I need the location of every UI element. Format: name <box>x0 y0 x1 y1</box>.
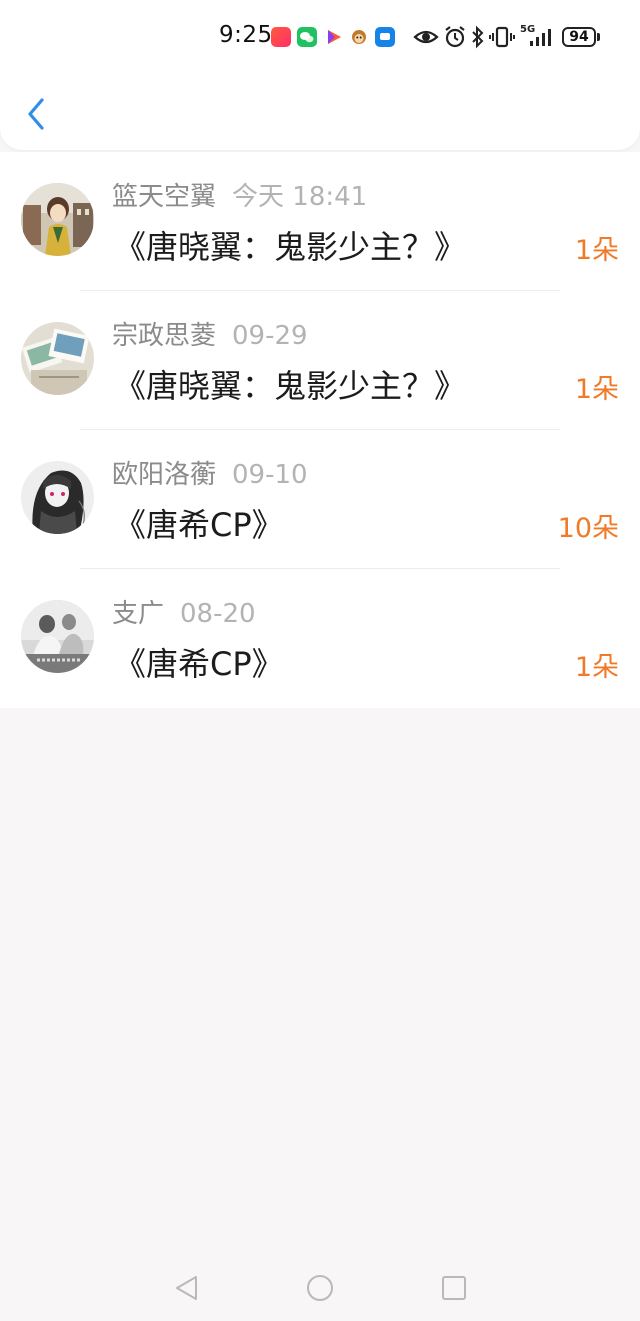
work-title: 《唐晓翼：鬼影少主？》 <box>114 228 467 266</box>
battery-tip <box>597 33 600 41</box>
message-app-icon <box>375 27 395 47</box>
video-app-icon <box>324 27 344 47</box>
avatar[interactable] <box>21 461 94 534</box>
work-title: 《唐希CP》 <box>114 645 284 683</box>
sender-name: 篮天空翼 <box>112 182 217 212</box>
shopping-app-icon <box>271 27 291 47</box>
bluetooth-icon <box>472 25 484 49</box>
avatar[interactable] <box>21 183 94 256</box>
circle-home-icon[interactable] <box>305 1273 335 1303</box>
wechat-icon <box>297 27 317 47</box>
back-button[interactable] <box>18 94 54 134</box>
signal-icon <box>530 29 551 46</box>
gift-date: 09-29 <box>232 321 308 351</box>
work-title: 《唐晓翼：鬼影少主？》 <box>114 367 467 405</box>
battery-indicator: 94 <box>562 27 596 47</box>
square-recents-icon[interactable] <box>439 1273 469 1303</box>
list-item[interactable]: 支广 08-20 《唐希CP》 1朵 <box>0 569 640 708</box>
chevron-left-icon <box>28 98 44 130</box>
gift-date: 今天 18:41 <box>232 182 368 212</box>
work-title: 《唐希CP》 <box>114 506 284 544</box>
sender-name: 宗政思菱 <box>112 321 217 351</box>
sender-name: 欧阳洛蘅 <box>112 460 217 490</box>
sender-line: 宗政思菱 09-29 <box>112 315 308 352</box>
avatar[interactable] <box>21 600 94 673</box>
status-time: 9:25 <box>219 22 273 48</box>
system-nav-bar <box>0 1255 640 1321</box>
list-item[interactable]: 宗政思菱 09-29 《唐晓翼：鬼影少主？》 1朵 <box>0 291 640 430</box>
alarm-icon <box>445 26 465 48</box>
vibrate-icon <box>489 26 515 48</box>
sender-line: 支广 08-20 <box>112 593 256 630</box>
gift-date: 09-10 <box>232 460 308 490</box>
top-area: 9:25 5G 94 <box>0 0 640 150</box>
list-item[interactable]: 篮天空翼 今天 18:41 《唐晓翼：鬼影少主？》 1朵 <box>0 152 640 291</box>
sender-name: 支广 <box>112 599 165 629</box>
gift-date: 08-20 <box>180 599 256 629</box>
sender-line: 篮天空翼 今天 18:41 <box>112 176 367 213</box>
eye-icon <box>413 30 439 44</box>
flower-count: 10朵 <box>557 513 619 544</box>
list-item[interactable]: 欧阳洛蘅 09-10 《唐希CP》 10朵 <box>0 430 640 569</box>
gift-list: 篮天空翼 今天 18:41 《唐晓翼：鬼影少主？》 1朵 宗政思菱 09-29 《唐… <box>0 152 640 708</box>
flower-count: 1朵 <box>574 235 619 266</box>
status-bar: 9:25 5G 94 <box>0 0 640 76</box>
flower-count: 1朵 <box>574 374 619 405</box>
avatar[interactable] <box>21 322 94 395</box>
triangle-back-icon[interactable] <box>172 1273 202 1303</box>
monkey-app-icon <box>349 27 369 47</box>
sender-line: 欧阳洛蘅 09-10 <box>112 454 308 491</box>
flower-count: 1朵 <box>574 652 619 683</box>
